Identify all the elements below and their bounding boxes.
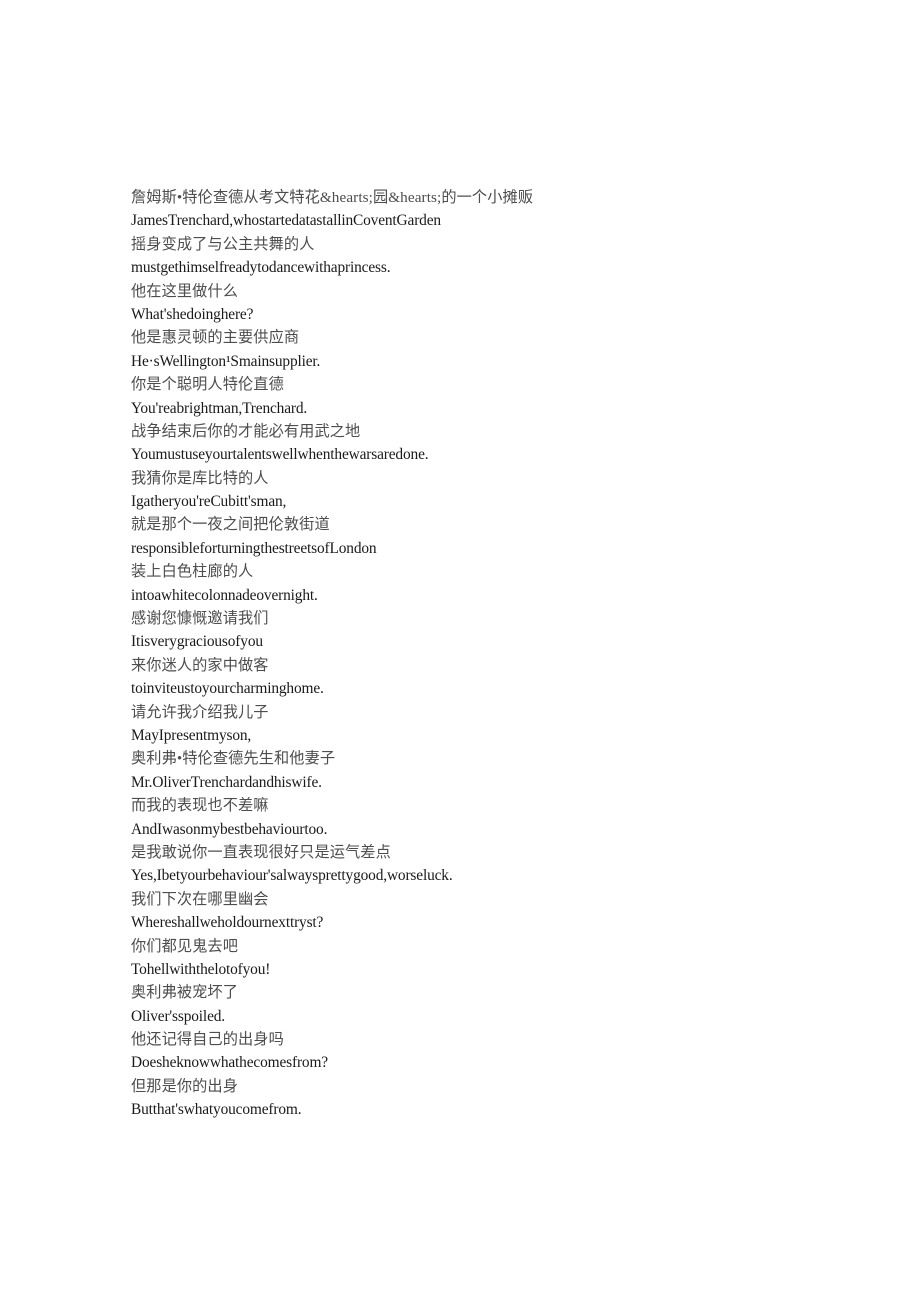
subtitle-line-en: What'shedoinghere? (131, 305, 254, 323)
subtitle-line-zh: 是我敢说你一直表现很好只是运气差点 (131, 843, 391, 861)
subtitle-line-en: Mr.OliverTrenchardandhiswife. (131, 773, 322, 791)
subtitle-line-en: Igatheryou'reCubitt'sman, (131, 493, 287, 511)
subtitle-line-zh: 奥利弗•特伦查德先生和他妻子 (131, 750, 336, 768)
subtitle-line-en: intoawhitecolonnadeovernight. (131, 586, 318, 604)
subtitle-line-zh: 装上白色柱廊的人 (131, 563, 254, 581)
subtitle-line-en: AndIwasonmybestbehaviourtoo. (131, 820, 328, 838)
subtitle-line-zh: 奥利弗被宠坏了 (131, 984, 239, 1002)
subtitle-line-en: toinviteustoyourcharminghome. (131, 680, 324, 698)
subtitle-line-zh: 他还记得自己的出身吗 (131, 1031, 284, 1049)
subtitle-line-en: Tohellwiththelotofyou! (131, 960, 271, 978)
subtitle-line-zh: 你是个聪明人特伦直德 (131, 376, 284, 394)
subtitle-line-en: Itisverygraciousofyou (131, 633, 263, 651)
subtitle-line-zh: 请允许我介绍我儿子 (131, 703, 269, 721)
subtitle-line-zh: 我猜你是库比特的人 (131, 469, 269, 487)
subtitle-line-en: responsibleforturningthestreetsofLondon (131, 539, 377, 557)
subtitle-line-zh: 他在这里做什么 (131, 282, 239, 300)
subtitle-line-en: Oliver'sspoiled. (131, 1007, 225, 1025)
subtitle-line-zh: 你们都见鬼去吧 (131, 937, 239, 955)
subtitle-line-zh: 他是惠灵顿的主要供应商 (131, 329, 300, 347)
subtitle-line-zh: 我们下次在哪里幽会 (131, 890, 269, 908)
document-page: 詹姆斯•特伦查德从考文特花&hearts;园&hearts;的一个小摊贩 Jame… (0, 0, 920, 1301)
subtitle-line-en: Butthat'swhatyoucomefrom. (131, 1101, 302, 1119)
subtitle-line-zh: 就是那个一夜之间把伦敦街道 (131, 516, 330, 534)
subtitle-line-zh: 摇身变成了与公主共舞的人 (131, 235, 315, 253)
subtitle-line-zh: 但那是你的出身 (131, 1077, 239, 1095)
subtitle-line-en: You'reabrightman,Trenchard. (131, 399, 308, 417)
subtitle-line-en: MayIpresentmyson, (131, 726, 252, 744)
subtitle-line-zh: 而我的表现也不差嘛 (131, 797, 269, 815)
subtitle-line-en: Doesheknowwhathecomesfrom? (131, 1054, 328, 1072)
subtitle-line-zh: 来你迷人的家中做客 (131, 656, 269, 674)
subtitle-line-en: Youmustuseyourtalentswellwhenthewarsared… (131, 446, 429, 464)
subtitle-line-en: Yes,Ibetyourbehaviour'salwaysprettygood,… (131, 867, 453, 885)
subtitle-line-en: Whereshallweholdournexttryst? (131, 914, 324, 932)
subtitle-line-zh: 詹姆斯•特伦查德从考文特花&hearts;园&hearts;的一个小摊贩 (131, 189, 534, 206)
subtitle-line-zh: 战争结束后你的才能必有用武之地 (131, 422, 361, 440)
subtitle-line-en: JamesTrenchard,whostartedatastallinCoven… (131, 212, 441, 230)
subtitle-line-en: mustgethimselfreadytodancewithaprincess. (131, 259, 391, 277)
subtitle-line-zh: 感谢您慷慨邀请我们 (131, 610, 269, 628)
subtitle-transcript-body: 詹姆斯•特伦查德从考文特花&hearts;园&hearts;的一个小摊贩 Jame… (131, 186, 831, 1122)
subtitle-line-en: He·sWellington¹Smainsupplier. (131, 352, 321, 370)
